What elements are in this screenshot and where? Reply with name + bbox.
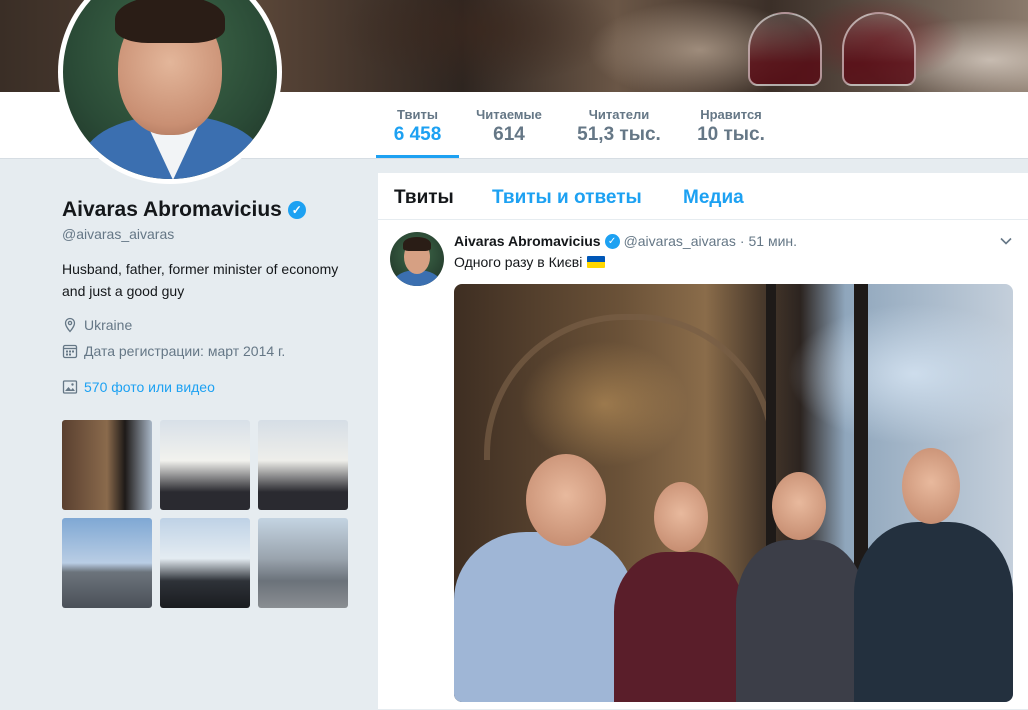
tweet-author-name[interactable]: Aivaras Abromavicius bbox=[454, 233, 601, 249]
profile-name-row: Aivaras Abromavicius ✓ bbox=[62, 198, 352, 222]
avatar-photo bbox=[63, 0, 277, 179]
photos-videos-label[interactable]: 570 фото или видео bbox=[84, 379, 215, 395]
tweet-avatar[interactable] bbox=[390, 232, 444, 286]
tab-media[interactable]: Медиа bbox=[683, 187, 744, 209]
profile-bio: Husband, father, former minister of econ… bbox=[62, 261, 339, 299]
stat-label: Нравится bbox=[700, 107, 762, 122]
photo-thumbnail[interactable] bbox=[62, 518, 152, 608]
profile-handle[interactable]: @aivaras_aivaras bbox=[62, 226, 352, 242]
tab-tweets[interactable]: Твиты bbox=[394, 187, 454, 209]
tweet-text-row: Одного разу в Києві bbox=[454, 254, 606, 270]
location-text: Ukraine bbox=[84, 317, 133, 333]
timeline: Твиты Твиты и ответы Медиа Aivaras Abrom… bbox=[377, 172, 1028, 710]
stat-value: 614 bbox=[493, 124, 525, 145]
tweet-separator: · bbox=[739, 233, 745, 249]
stat-followers[interactable]: Читатели 51,3 тыс. bbox=[570, 92, 668, 158]
photo-thumbnail[interactable] bbox=[160, 420, 250, 510]
stat-following[interactable]: Читаемые 614 bbox=[470, 92, 548, 158]
calendar-icon bbox=[62, 344, 78, 359]
tweet-timestamp[interactable]: 51 мин. bbox=[749, 233, 798, 249]
stat-label: Твиты bbox=[397, 107, 438, 122]
location-pin-icon bbox=[64, 317, 76, 333]
profile-joined: Дата регистрации: март 2014 г. bbox=[62, 343, 352, 359]
stat-label: Читатели bbox=[588, 107, 650, 122]
stat-value: 51,3 тыс. bbox=[577, 124, 661, 145]
tweet-text: Одного разу в Києві bbox=[454, 254, 583, 270]
image-icon bbox=[62, 380, 78, 394]
stat-value: 10 тыс. bbox=[697, 124, 765, 145]
photo-thumbnail[interactable] bbox=[258, 420, 348, 510]
stat-tweets[interactable]: Твиты 6 458 bbox=[376, 92, 459, 158]
profile-card: Aivaras Abromavicius ✓ @aivaras_aivaras … bbox=[62, 198, 352, 395]
stat-likes[interactable]: Нравится 10 тыс. bbox=[690, 92, 772, 158]
chevron-down-icon[interactable] bbox=[999, 234, 1013, 248]
tweet-header: Aivaras Abromavicius ✓ @aivaras_aivaras … bbox=[454, 233, 797, 249]
photo-thumbnail[interactable] bbox=[62, 420, 152, 510]
stat-label: Читаемые bbox=[476, 107, 542, 122]
tweet[interactable]: Aivaras Abromavicius ✓ @aivaras_aivaras … bbox=[378, 220, 1028, 709]
photo-thumbnail[interactable] bbox=[258, 518, 348, 608]
verified-badge-icon: ✓ bbox=[287, 201, 306, 219]
tab-tweets-replies[interactable]: Твиты и ответы bbox=[492, 187, 642, 209]
stat-value: 6 458 bbox=[393, 124, 442, 145]
timeline-tabs: Твиты Твиты и ответы Медиа bbox=[378, 173, 1028, 220]
ukraine-flag-icon bbox=[587, 256, 606, 268]
profile-location: Ukraine bbox=[62, 317, 352, 333]
profile-avatar[interactable] bbox=[58, 0, 282, 184]
tweet-author-handle[interactable]: @aivaras_aivaras bbox=[624, 233, 736, 249]
tweet-photo[interactable] bbox=[454, 284, 1013, 702]
verified-badge-icon: ✓ bbox=[604, 233, 620, 249]
joined-text: Дата регистрации: март 2014 г. bbox=[84, 343, 286, 359]
photo-thumbnail[interactable] bbox=[160, 518, 250, 608]
photos-videos-link[interactable]: 570 фото или видео bbox=[62, 379, 352, 395]
banner-glass-image bbox=[842, 12, 916, 86]
profile-name[interactable]: Aivaras Abromavicius bbox=[62, 198, 282, 222]
banner-glass-image bbox=[748, 12, 822, 86]
